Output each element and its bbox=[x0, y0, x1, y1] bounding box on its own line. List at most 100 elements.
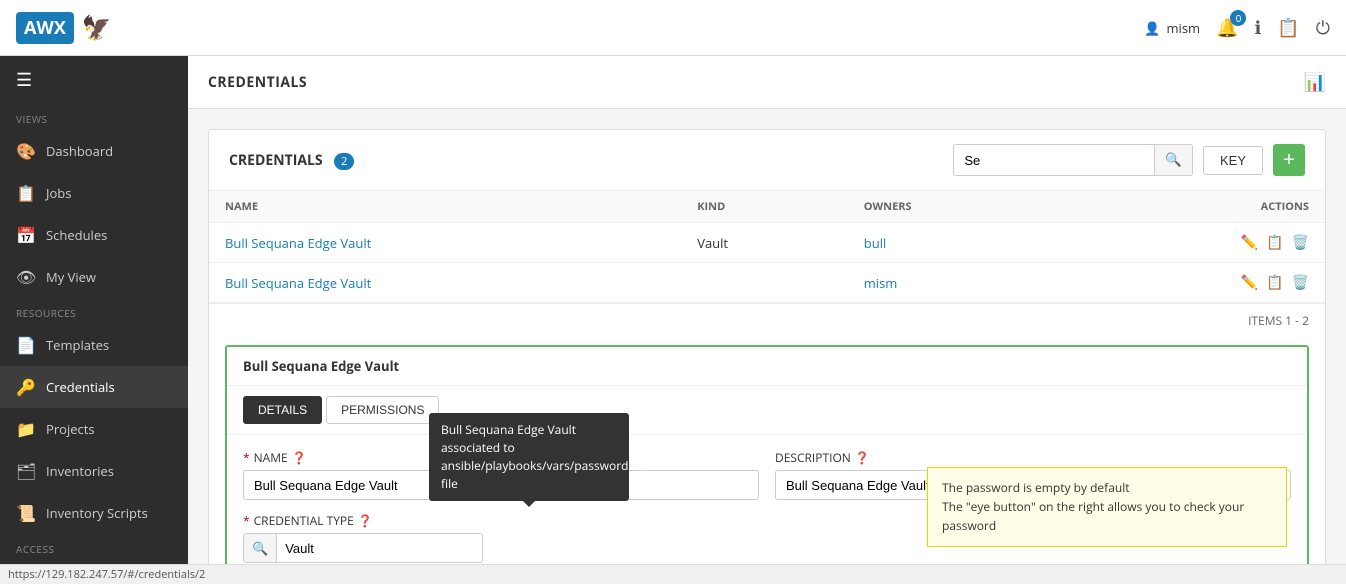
cell-actions-2: ✏️ 📋 🗑️ bbox=[1059, 263, 1325, 303]
sidebar-label-schedules: Schedules bbox=[46, 226, 107, 244]
myview-icon: 👁 bbox=[16, 266, 36, 288]
cred-type-input-group: 🔍 bbox=[243, 533, 483, 563]
search-button[interactable]: 🔍 bbox=[1154, 145, 1192, 175]
description-label: DESCRIPTION ❓ bbox=[775, 449, 1291, 466]
cred-type-search-icon: 🔍 bbox=[244, 534, 277, 562]
inventories-icon: 🗂 bbox=[16, 460, 36, 482]
notification-badge: 0 bbox=[1230, 10, 1246, 26]
sidebar-label-myview: My View bbox=[46, 268, 96, 286]
sidebar-item-dashboard[interactable]: 🎨 Dashboard bbox=[0, 130, 188, 172]
delete-icon-2[interactable]: 🗑️ bbox=[1292, 273, 1309, 292]
annotation-box: The password is empty by default The "ey… bbox=[927, 467, 1287, 547]
name-help-icon[interactable]: ❓ bbox=[292, 449, 307, 466]
access-section-label: ACCESS bbox=[0, 534, 188, 560]
items-info: ITEMS 1 - 2 bbox=[209, 303, 1325, 337]
detail-panel-header: Bull Sequana Edge Vault bbox=[227, 347, 1307, 386]
annotation-line2: The "eye button" on the right allows you… bbox=[942, 497, 1272, 535]
sidebar-label-projects: Projects bbox=[46, 420, 95, 438]
detail-panel: Bull Sequana Edge Vault The password is … bbox=[225, 345, 1309, 564]
sidebar-item-schedules[interactable]: 📅 Schedules bbox=[0, 214, 188, 256]
credentials-icon: 🔑 bbox=[16, 376, 36, 398]
key-button[interactable]: KEY bbox=[1203, 146, 1263, 175]
cell-name: Bull Sequana Edge Vault bbox=[209, 263, 681, 303]
sidebar-label-inventories: Inventories bbox=[46, 462, 114, 480]
views-section-label: VIEWS bbox=[0, 104, 188, 130]
app-logo[interactable]: AWX bbox=[16, 12, 74, 44]
edit-icon[interactable]: ✏️ bbox=[1241, 233, 1258, 252]
info-icon[interactable]: ℹ bbox=[1254, 16, 1261, 40]
col-name: NAME bbox=[209, 191, 681, 223]
sidebar-label-inventory-scripts: Inventory Scripts bbox=[46, 504, 148, 522]
sidebar-item-inventories[interactable]: 🗂 Inventories bbox=[0, 450, 188, 492]
url-text: https://129.182.247.57/#/credentials/2 bbox=[8, 567, 205, 582]
search-input[interactable] bbox=[954, 153, 1154, 168]
cred-type-label-text: CREDENTIAL TYPE bbox=[254, 512, 354, 529]
sidebar-item-inventory-scripts[interactable]: 📜 Inventory Scripts bbox=[0, 492, 188, 534]
sidebar-item-templates[interactable]: 📄 Templates bbox=[0, 324, 188, 366]
table-row: Bull Sequana Edge Vault mism ✏️ 📋 bbox=[209, 263, 1325, 303]
cell-name: Bull Sequana Edge Vault bbox=[209, 223, 681, 263]
tab-details[interactable]: DETAILS bbox=[243, 396, 322, 424]
form-group-cred-type: * CREDENTIAL TYPE ❓ 🔍 bbox=[243, 512, 483, 563]
sidebar: ☰ VIEWS 🎨 Dashboard 📋 Jobs 📅 Schedules 👁… bbox=[0, 56, 188, 564]
docs-icon[interactable]: 📋 bbox=[1277, 16, 1299, 40]
cell-kind-2 bbox=[681, 263, 848, 303]
row-actions: ✏️ 📋 🗑️ bbox=[1075, 233, 1309, 252]
col-kind: KIND bbox=[681, 191, 848, 223]
url-bar: https://129.182.247.57/#/credentials/2 bbox=[0, 564, 1346, 584]
owner-link-2[interactable]: mism bbox=[864, 274, 898, 292]
tab-permissions[interactable]: PERMISSIONS bbox=[326, 396, 439, 424]
sidebar-label-dashboard: Dashboard bbox=[46, 142, 113, 160]
credential-link[interactable]: Bull Sequana Edge Vault bbox=[225, 234, 371, 252]
content-area: CREDENTIALS 2 🔍 KEY + bbox=[188, 109, 1346, 564]
navbar-right: 👤 mism 🔔 0 ℹ 📋 ⏻ bbox=[1144, 16, 1330, 40]
wing-decoration: 🦅 bbox=[82, 11, 112, 44]
copy-icon-2[interactable]: 📋 bbox=[1266, 273, 1283, 292]
sidebar-label-credentials: Credentials bbox=[46, 378, 115, 396]
username: mism bbox=[1167, 19, 1201, 37]
annotation-line1: The password is empty by default bbox=[942, 478, 1272, 497]
cred-type-label: * CREDENTIAL TYPE ❓ bbox=[243, 512, 483, 529]
notifications-icon[interactable]: 🔔 0 bbox=[1216, 16, 1238, 40]
col-owners: OWNERS bbox=[848, 191, 1059, 223]
col-actions: ACTIONS bbox=[1059, 191, 1325, 223]
table-row: Bull Sequana Edge Vault Vault bull ✏️ � bbox=[209, 223, 1325, 263]
sidebar-item-myview[interactable]: 👁 My View bbox=[0, 256, 188, 298]
panel-title: CREDENTIALS bbox=[229, 151, 323, 170]
edit-icon-2[interactable]: ✏️ bbox=[1241, 273, 1258, 292]
count-badge: 2 bbox=[334, 153, 354, 170]
required-star-2: * bbox=[243, 512, 250, 529]
jobs-icon: 📋 bbox=[16, 182, 36, 204]
inventory-scripts-icon: 📜 bbox=[16, 502, 36, 524]
resources-section-label: RESOURCES bbox=[0, 298, 188, 324]
hamburger-menu[interactable]: ☰ bbox=[0, 56, 188, 104]
cell-actions: ✏️ 📋 🗑️ bbox=[1059, 223, 1325, 263]
name-label-text: NAME bbox=[254, 449, 288, 466]
navbar: AWX 🦅 👤 mism 🔔 0 ℹ 📋 ⏻ bbox=[0, 0, 1346, 56]
app-body: ☰ VIEWS 🎨 Dashboard 📋 Jobs 📅 Schedules 👁… bbox=[0, 56, 1346, 564]
owner-link[interactable]: bull bbox=[864, 234, 887, 252]
credentials-panel: CREDENTIALS 2 🔍 KEY + bbox=[208, 129, 1326, 564]
cred-type-help-icon[interactable]: ❓ bbox=[358, 512, 373, 529]
cell-owner: bull bbox=[848, 223, 1059, 263]
detail-panel-title: Bull Sequana Edge Vault bbox=[243, 357, 399, 375]
copy-icon[interactable]: 📋 bbox=[1266, 233, 1283, 252]
user-menu[interactable]: 👤 mism bbox=[1144, 19, 1200, 37]
delete-icon[interactable]: 🗑️ bbox=[1292, 233, 1309, 252]
credential-link-2[interactable]: Bull Sequana Edge Vault bbox=[225, 274, 371, 292]
row-actions-2: ✏️ 📋 🗑️ bbox=[1075, 273, 1309, 292]
description-label-text: DESCRIPTION bbox=[775, 449, 851, 466]
panel-controls: 🔍 KEY + bbox=[953, 144, 1305, 176]
description-help-icon[interactable]: ❓ bbox=[855, 449, 870, 466]
table-wrapper: Bull Sequana Edge Vault associated to an… bbox=[209, 191, 1325, 337]
sidebar-item-jobs[interactable]: 📋 Jobs bbox=[0, 172, 188, 214]
sidebar-item-credentials[interactable]: 🔑 Credentials bbox=[0, 366, 188, 408]
cred-type-input[interactable] bbox=[277, 534, 482, 562]
sidebar-item-projects[interactable]: 📁 Projects bbox=[0, 408, 188, 450]
search-box: 🔍 bbox=[953, 144, 1193, 176]
add-button[interactable]: + bbox=[1273, 144, 1305, 176]
power-icon[interactable]: ⏻ bbox=[1316, 16, 1330, 40]
sidebar-label-templates: Templates bbox=[46, 336, 109, 354]
projects-icon: 📁 bbox=[16, 418, 36, 440]
page-title: CREDENTIALS bbox=[208, 73, 307, 92]
